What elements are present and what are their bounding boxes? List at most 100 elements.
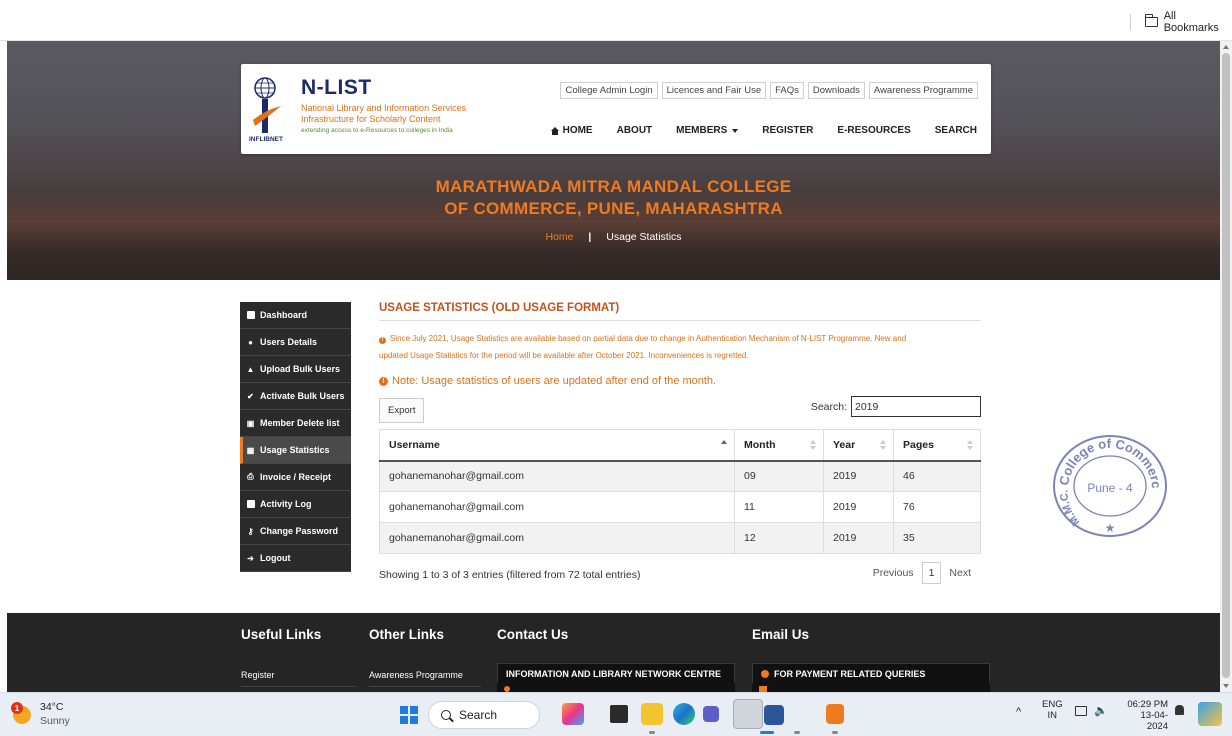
task-view-icon[interactable] (610, 705, 628, 723)
export-button[interactable]: Export (379, 398, 425, 423)
awareness-programme-link[interactable]: Awareness Programme (868, 82, 978, 99)
brand-box: INFLIBNET N-LIST National Library and In… (241, 64, 991, 154)
scroll-down-icon[interactable] (1223, 684, 1229, 688)
cell-pages: 76 (893, 491, 981, 523)
sidebar-item-activity-log[interactable]: Activity Log (240, 491, 351, 518)
email-box: FOR PAYMENT RELATED QUERIES (752, 663, 990, 685)
footer-register-link[interactable]: Register (241, 670, 275, 680)
all-bookmarks-button[interactable]: All Bookmarks (1144, 10, 1232, 34)
page-scrollbar[interactable] (1220, 41, 1232, 692)
logo-subtitle-2: Infrastructure for Scholarly Content (301, 114, 441, 124)
main-nav: HOME ABOUT MEMBERS REGISTER E-RESOURCES … (550, 125, 977, 136)
upload-users-icon: ▲ (246, 364, 255, 374)
sidebar-item-invoice-receipt[interactable]: ⎙ Invoice / Receipt (240, 464, 351, 491)
windows-start-icon[interactable] (400, 706, 418, 724)
sidebar-item-usage-statistics[interactable]: ▦ Usage Statistics (240, 437, 351, 464)
cell-pages: 46 (893, 460, 981, 492)
scroll-up-icon[interactable] (1223, 45, 1229, 49)
word-icon[interactable] (764, 705, 784, 725)
breadcrumb-home[interactable]: Home (545, 231, 573, 243)
cell-pages: 35 (893, 522, 981, 554)
cell-month: 11 (734, 491, 824, 523)
snipping-tool-icon[interactable] (826, 704, 844, 724)
bookmarks-separator (1130, 14, 1131, 30)
next-button[interactable]: Next (949, 567, 971, 579)
cell-month: 12 (734, 522, 824, 554)
sidebar-item-change-password[interactable]: ⚷ Change Password (240, 518, 351, 545)
file-explorer-icon[interactable] (641, 703, 663, 725)
sidebar-item-member-delete-list[interactable]: ▣ Member Delete list (240, 410, 351, 437)
column-header-year[interactable]: Year (823, 429, 894, 462)
cell-username: gohanemanohar@gmail.com (379, 522, 735, 554)
sidebar-item-upload-bulk-users[interactable]: ▲ Upload Bulk Users (240, 356, 351, 383)
top-links: College Admin Login Licences and Fair Us… (560, 82, 978, 99)
pagination: Previous 1 Next (873, 562, 971, 584)
dashboard-icon (246, 311, 255, 320)
downloads-link[interactable]: Downloads (807, 82, 865, 99)
column-header-username[interactable]: Username (379, 429, 735, 462)
inflibnet-logo-icon[interactable] (251, 76, 283, 144)
cell-year: 2019 (823, 460, 894, 492)
scrollbar-thumb[interactable] (1222, 53, 1230, 678)
bar-chart-icon: ▦ (246, 445, 255, 455)
edge-browser-icon[interactable] (673, 703, 695, 725)
nav-register[interactable]: REGISTER (762, 125, 813, 136)
table-row: gohanemanohar@gmail.com 09 2019 46 (379, 460, 981, 492)
column-header-month[interactable]: Month (734, 429, 824, 462)
cell-month: 09 (734, 460, 824, 492)
nlist-logo-text[interactable]: N-LIST (301, 76, 372, 100)
taskbar-search[interactable]: Search (428, 701, 540, 729)
college-admin-login-link[interactable]: College Admin Login (560, 82, 658, 99)
notification-bell-icon[interactable] (1175, 705, 1184, 715)
trash-icon: ▣ (246, 418, 255, 428)
faqs-link[interactable]: FAQs (770, 82, 804, 99)
previous-button[interactable]: Previous (873, 567, 914, 579)
volume-icon[interactable]: 🔈 (1094, 704, 1108, 717)
licences-link[interactable]: Licences and Fair Use (661, 82, 767, 99)
nav-about[interactable]: ABOUT (617, 125, 653, 136)
logo-tagline: extending access to e-Resources to colle… (301, 127, 453, 134)
weather-sun-icon[interactable]: 1 (10, 701, 36, 727)
college-title: MARATHWADA MITRA MANDAL COLLEGE OF COMME… (435, 177, 792, 218)
copilot-icon[interactable] (1198, 702, 1222, 726)
chevron-down-icon (732, 128, 739, 133)
list-icon (246, 500, 255, 509)
sort-asc-icon (721, 440, 727, 451)
sidebar-item-users-details[interactable]: ● Users Details (240, 329, 351, 356)
chrome-app-icon[interactable] (733, 699, 763, 729)
page-1-button[interactable]: 1 (921, 562, 942, 584)
teams-icon[interactable] (703, 706, 719, 722)
nav-search[interactable]: SEARCH (935, 125, 977, 136)
nav-eresources[interactable]: E-RESOURCES (837, 125, 910, 136)
logo-subtitle-1: National Library and Information Service… (301, 103, 467, 113)
nav-home[interactable]: HOME (550, 125, 593, 136)
sidebar-menu: Dashboard ● Users Details ▲ Upload Bulk … (240, 302, 351, 572)
chevron-up-icon[interactable]: ^ (1016, 706, 1021, 718)
weather-desc: Sunny (40, 715, 70, 727)
windows-taskbar: 1 34°C Sunny Search ^ ENG IN 🔈 06:29 PM … (0, 692, 1232, 736)
college-stamp-image: College of Commerce M.M.C.C. Pune - 4 ★ (1046, 430, 1167, 537)
sidebar-item-dashboard[interactable]: Dashboard (240, 302, 351, 329)
sidebar-item-activate-bulk-users[interactable]: ✔ Activate Bulk Users (240, 383, 351, 410)
gear-icon (761, 670, 769, 678)
nav-members[interactable]: MEMBERS (676, 125, 739, 136)
search-input[interactable] (851, 396, 981, 417)
search-icon (441, 710, 451, 720)
main-content: USAGE STATISTICS (OLD USAGE FORMAT) ! Sin… (379, 302, 981, 592)
alert-icon: ! (379, 337, 386, 344)
all-bookmarks-label: All Bookmarks (1163, 10, 1219, 34)
network-icon[interactable] (1075, 706, 1087, 716)
hero-header: INFLIBNET N-LIST National Library and In… (7, 41, 1220, 280)
footer-awareness-link[interactable]: Awareness Programme (369, 670, 463, 680)
clock[interactable]: 06:29 PM 13-04-2024 (1122, 699, 1168, 732)
column-header-pages[interactable]: Pages (893, 429, 981, 462)
footer-other-links-heading: Other Links (369, 627, 445, 642)
alert-icon: ! (379, 376, 388, 386)
language-indicator[interactable]: ENG IN (1042, 699, 1063, 721)
sidebar-item-logout[interactable]: ➜ Logout (240, 545, 351, 572)
svg-text:★: ★ (1105, 521, 1116, 535)
sort-icon (880, 440, 886, 451)
key-icon: ⚷ (247, 526, 254, 536)
widgets-app-icon[interactable] (562, 703, 584, 725)
page-title: USAGE STATISTICS (OLD USAGE FORMAT) (379, 302, 981, 321)
